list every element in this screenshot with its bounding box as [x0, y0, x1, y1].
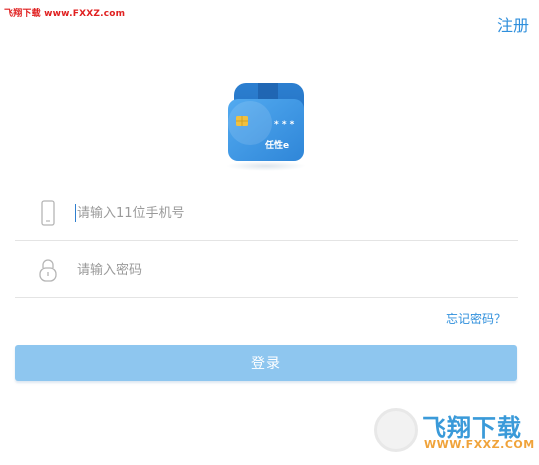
lock-icon — [39, 259, 57, 282]
watermark-logo-icon — [374, 408, 418, 452]
register-link[interactable]: 注册 — [497, 12, 529, 36]
watermark-url: WWW.FXXZ.COM — [424, 438, 535, 451]
watermark-bottom-right: 飞翔下载 WWW.FXXZ.COM — [374, 408, 534, 456]
phone-icon — [41, 200, 55, 226]
watermark-top-left: 飞翔下载 www.FXXZ.com — [4, 9, 126, 19]
phone-field-row — [15, 185, 518, 241]
credit-card-app-icon: * * * 任性e — [228, 83, 304, 161]
login-button[interactable]: 登录 — [15, 345, 517, 381]
password-field-row — [15, 242, 518, 298]
text-cursor — [75, 204, 76, 222]
card-stars: * * * — [274, 120, 295, 130]
forgot-password-link[interactable]: 忘记密码？ — [446, 310, 506, 327]
app-logo: * * * 任性e — [228, 83, 304, 163]
password-input[interactable] — [77, 256, 497, 284]
phone-input[interactable] — [77, 199, 497, 227]
logo-text: 任性e — [264, 139, 289, 151]
